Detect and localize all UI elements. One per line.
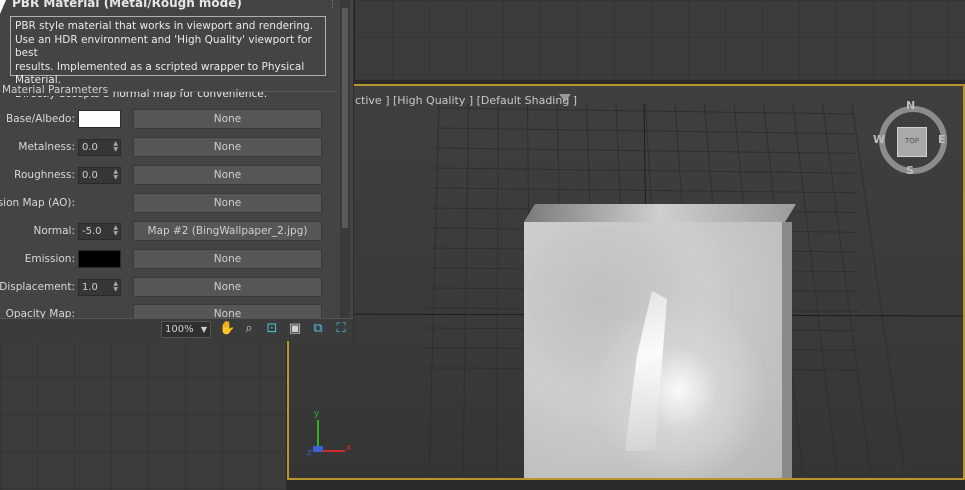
value-spinner[interactable]: 0.0 ▲ ▼ (78, 139, 121, 156)
axis-y-label: y (314, 409, 320, 419)
map-button[interactable]: None (133, 137, 322, 157)
panel-toolbar: 100% ▼ ✋ ⌕ ⊡ ▣ ⧉ ⛶ (0, 318, 353, 341)
value-spinner[interactable]: -5.0 ▲ ▼ (78, 223, 121, 240)
zoom-magnifier-icon[interactable]: ⌕ (241, 321, 257, 337)
spinner-arrows-icon[interactable]: ▲ ▼ (113, 141, 118, 153)
spinner-value: -5.0 (82, 226, 102, 237)
spinner-value: 1.0 (82, 282, 98, 293)
maximize-viewport-icon[interactable]: ⧉ (310, 321, 326, 337)
zoom-extents-icon[interactable]: ⊡ (264, 321, 280, 337)
map-button[interactable]: None (133, 109, 322, 129)
spinner-arrows-icon[interactable]: ▲ ▼ (113, 225, 118, 237)
axis-z-icon (313, 446, 323, 452)
grid-line (792, 103, 838, 477)
compass-north: N (906, 99, 916, 112)
map-button[interactable]: Map #2 (BingWallpaper_2.jpg) (133, 221, 322, 241)
zoom-dropdown[interactable]: 100% ▼ (161, 321, 211, 338)
filter-icon[interactable] (559, 94, 571, 102)
map-button[interactable]: None (133, 165, 322, 185)
param-label: Occlusion Map (AO): (0, 197, 75, 209)
param-label: Roughness: (14, 169, 75, 181)
map-button[interactable]: None (133, 193, 322, 213)
viewport-grid (0, 340, 286, 490)
grid-line (428, 103, 440, 477)
value-spinner[interactable]: 0.0 ▲ ▼ (78, 167, 121, 184)
spinner-arrows-icon[interactable]: ▲ ▼ (113, 169, 118, 181)
mouse-cursor (0, 0, 6, 14)
grid-line (435, 127, 855, 135)
grid-line (496, 103, 499, 477)
panel-title: PBR Material (Metal/Rough mode) (12, 0, 242, 10)
param-label: Normal: (33, 225, 75, 237)
zoom-selected-icon[interactable]: ▣ (287, 321, 303, 337)
axis-z-label: z (307, 448, 312, 458)
cube-side-face (782, 222, 792, 478)
param-label: Base/Albedo: (6, 113, 75, 125)
value-spinner[interactable]: 1.0 ▲ ▼ (78, 279, 121, 296)
compass-south: S (906, 164, 914, 177)
color-swatch[interactable] (78, 250, 121, 268)
description-box: PBR style material that works in viewpor… (10, 16, 326, 100)
material-editor-panel: PBR Material (Metal/Rough mode) ⋮⋮ PBR s… (0, 0, 354, 340)
spinner-value: 0.0 (82, 142, 98, 153)
axis-x-label: x (346, 443, 352, 453)
pan-view-icon[interactable]: ⛶ (333, 321, 349, 337)
group-label: Material Parameters (2, 84, 113, 96)
compass-east: E (938, 133, 946, 146)
color-swatch[interactable] (78, 110, 121, 128)
top-viewport[interactable] (355, 0, 965, 80)
left-viewport[interactable] (0, 340, 286, 490)
map-button[interactable]: None (133, 249, 322, 269)
map-button[interactable]: None (133, 277, 322, 297)
description-line: PBR style material that works in viewpor… (15, 20, 313, 32)
pan-hand-icon[interactable]: ✋ (219, 321, 235, 337)
perspective-viewport[interactable]: ctive ] [High Quality ] [Default Shading… (287, 84, 965, 480)
spinner-value: 0.0 (82, 170, 98, 181)
description-line: Use an HDR environment and 'High Quality… (15, 33, 312, 60)
viewport-grid (355, 0, 965, 80)
compass-west: W (873, 133, 886, 146)
viewcube[interactable]: TOP (897, 127, 927, 157)
viewcube-top-label: TOP (904, 137, 919, 145)
panel-scrollbar[interactable] (340, 0, 350, 318)
chevron-down-icon: ▼ (200, 325, 207, 334)
param-label: Metalness: (18, 141, 75, 153)
grid-line (462, 103, 469, 477)
scrollbar-thumb[interactable] (342, 8, 348, 228)
param-label: Emission: (24, 253, 75, 265)
grid-line (432, 187, 857, 194)
zoom-value: 100% (165, 324, 194, 335)
viewport-label[interactable]: ctive ] [High Quality ] [Default Shading… (355, 94, 577, 107)
grid-line (822, 103, 872, 477)
spinner-arrows-icon[interactable]: ▲ ▼ (113, 281, 118, 293)
param-label: Displacement: (0, 281, 75, 293)
cube-top-face (524, 204, 796, 222)
